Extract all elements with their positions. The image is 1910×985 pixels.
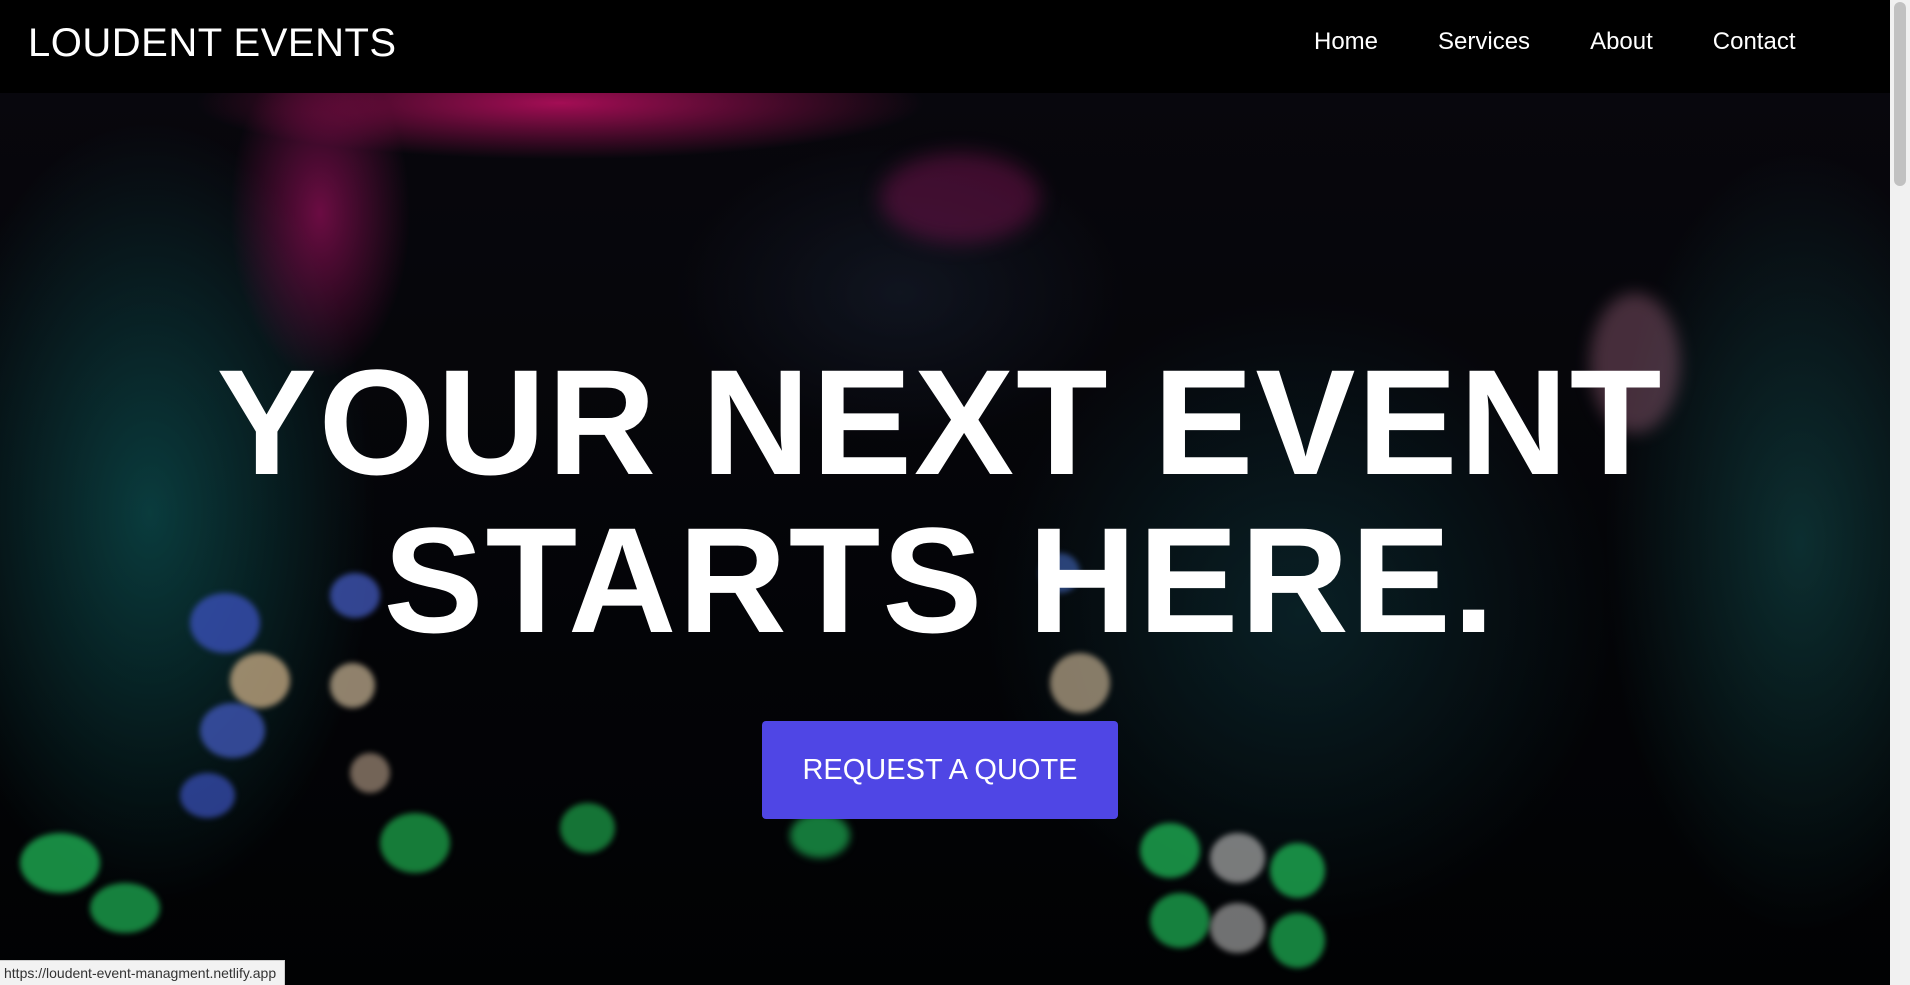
- page-scrollbar[interactable]: [1890, 0, 1910, 985]
- hero-section: YOUR NEXT EVENT STARTS HERE. REQUEST A Q…: [0, 93, 1890, 985]
- hero-title-line2: STARTS HERE.: [383, 496, 1497, 664]
- hero-title: YOUR NEXT EVENT STARTS HERE.: [0, 343, 1880, 659]
- scrollbar-thumb[interactable]: [1894, 2, 1906, 186]
- brand-logo[interactable]: LOUDENT EVENTS: [28, 21, 397, 66]
- nav-link-contact[interactable]: Contact: [1713, 28, 1796, 56]
- navbar: LOUDENT EVENTS Home Services About Conta…: [0, 0, 1890, 93]
- nav-link-about[interactable]: About: [1590, 28, 1653, 56]
- nav-link-services[interactable]: Services: [1438, 28, 1530, 56]
- nav-link-home[interactable]: Home: [1314, 28, 1378, 56]
- request-quote-button[interactable]: REQUEST A QUOTE: [762, 721, 1118, 819]
- hero-title-line1: YOUR NEXT EVENT: [216, 338, 1664, 506]
- hero-content: YOUR NEXT EVENT STARTS HERE.: [0, 343, 1880, 659]
- nav-links: Home Services About Contact: [1314, 28, 1796, 56]
- page: LOUDENT EVENTS Home Services About Conta…: [0, 0, 1910, 985]
- status-bar-url: https://loudent-event-managment.netlify.…: [0, 960, 286, 985]
